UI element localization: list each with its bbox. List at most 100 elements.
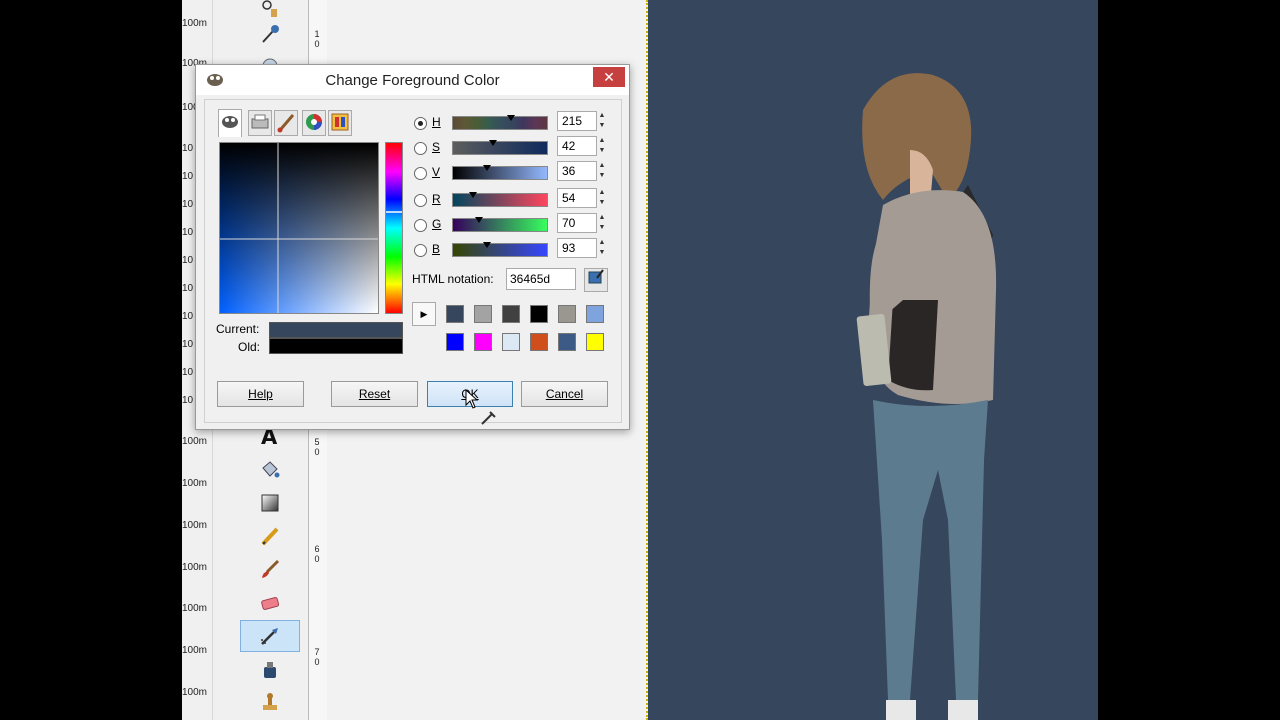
history-swatch[interactable] — [502, 333, 520, 351]
ruler-label: 0 — [314, 657, 320, 667]
change-foreground-color-dialog: Change Foreground Color ✕ H 215 ▲ ▼ S 42… — [195, 64, 630, 430]
character-illustration — [856, 73, 997, 720]
pencil-icon[interactable] — [240, 520, 300, 552]
saturation-value-input[interactable]: 42 — [557, 136, 597, 156]
cmyk-printer-icon — [251, 114, 269, 129]
history-swatch[interactable] — [530, 333, 548, 351]
eraser-icon[interactable] — [240, 587, 300, 619]
bucket-fill-icon[interactable] — [240, 453, 300, 485]
value-slider[interactable] — [452, 165, 548, 180]
color-picker-icon[interactable] — [240, 18, 300, 50]
dialog-title: Change Foreground Color — [325, 72, 500, 89]
slider-label-h: H — [432, 115, 441, 129]
eyedropper-icon — [588, 269, 604, 284]
row-label: 100m — [182, 562, 208, 573]
green-slider[interactable] — [452, 217, 548, 232]
tab-gimp-selector[interactable] — [218, 109, 242, 137]
history-swatch[interactable] — [558, 333, 576, 351]
row-label: 100m — [182, 687, 208, 698]
saturation-value-area[interactable] — [219, 142, 379, 314]
slider-label-r: R — [432, 192, 441, 206]
row-label: 100m — [182, 478, 208, 489]
blue-slider[interactable] — [452, 242, 548, 257]
green-value-input[interactable]: 70 — [557, 213, 597, 233]
paintbrush-icon[interactable] — [240, 553, 300, 585]
ruler-label: 1 — [314, 29, 320, 39]
help-button[interactable]: Help — [217, 381, 304, 407]
hue-value-input[interactable]: 215 — [557, 111, 597, 131]
history-swatch[interactable] — [502, 305, 520, 323]
scales-palette-icon — [331, 113, 349, 131]
color-picker-button[interactable] — [584, 268, 608, 292]
mouse-cursor-icon — [465, 388, 479, 412]
slider-label-b: B — [432, 242, 441, 256]
ruler-label: 7 — [314, 647, 320, 657]
hue-strip[interactable] — [385, 142, 403, 314]
hue-slider[interactable] — [452, 115, 548, 130]
radio-s[interactable] — [414, 142, 427, 155]
airbrush-icon[interactable] — [240, 620, 300, 652]
value-value-input[interactable]: 36 — [557, 161, 597, 181]
close-button[interactable]: ✕ — [593, 67, 625, 87]
history-swatch[interactable] — [586, 305, 604, 323]
old-color-swatch — [269, 338, 403, 354]
saturation-slider[interactable] — [452, 140, 548, 155]
radio-g[interactable] — [414, 219, 427, 232]
slider-label-v: V — [432, 165, 441, 179]
radio-b[interactable] — [414, 244, 427, 257]
value-spin-arrows[interactable]: ▲ ▼ — [597, 161, 607, 181]
ruler-label: 5 — [314, 437, 320, 447]
history-swatch[interactable] — [446, 333, 464, 351]
slider-label-s: S — [432, 140, 441, 154]
dialog-titlebar[interactable]: Change Foreground Color ✕ — [196, 65, 629, 95]
slider-label-g: G — [432, 217, 442, 231]
hue-spin-arrows[interactable]: ▲ ▼ — [597, 111, 607, 131]
history-swatch[interactable] — [446, 305, 464, 323]
red-slider[interactable] — [452, 192, 548, 207]
left-letterbox — [0, 0, 182, 720]
history-swatch[interactable] — [530, 305, 548, 323]
history-swatch[interactable] — [474, 333, 492, 351]
ruler-label: 0 — [314, 39, 320, 49]
color-wheel-icon — [306, 114, 322, 130]
row-label: 100m — [182, 603, 208, 614]
red-spin-arrows[interactable]: ▲ ▼ — [597, 188, 607, 208]
gimp-selector-icon — [222, 116, 238, 128]
history-swatch[interactable] — [474, 305, 492, 323]
blend-icon[interactable] — [240, 487, 300, 519]
right-letterbox — [1098, 0, 1280, 720]
html-notation-label: HTML notation: — [412, 272, 494, 286]
blue-spin-arrows[interactable]: ▲ ▼ — [597, 238, 607, 258]
tab-wheel[interactable] — [302, 110, 326, 136]
saturation-spin-arrows[interactable]: ▲ ▼ — [597, 136, 607, 156]
tab-watercolor[interactable] — [274, 110, 298, 136]
tab-cmyk[interactable] — [248, 110, 272, 136]
current-color-swatch — [269, 322, 403, 338]
ruler-label: 0 — [314, 554, 320, 564]
radio-h[interactable] — [414, 117, 427, 130]
ink-icon[interactable] — [240, 654, 300, 686]
radio-v[interactable] — [414, 167, 427, 180]
radio-r[interactable] — [414, 194, 427, 207]
watercolor-brush-icon — [277, 114, 295, 133]
history-arrow-button[interactable]: ▶ — [412, 302, 436, 326]
reset-button[interactable]: Reset — [331, 381, 418, 407]
green-spin-arrows[interactable]: ▲ ▼ — [597, 213, 607, 233]
html-notation-input[interactable]: 36465d — [506, 268, 576, 290]
ruler-label: 0 — [314, 447, 320, 457]
history-swatch[interactable] — [558, 305, 576, 323]
image-canvas[interactable] — [648, 0, 1098, 720]
row-label: 100m — [182, 645, 208, 656]
old-label: Old: — [238, 340, 261, 354]
tab-scales[interactable] — [328, 110, 352, 136]
ruler-label: 6 — [314, 544, 320, 554]
row-label: 100m — [182, 520, 208, 531]
history-swatch[interactable] — [586, 333, 604, 351]
clone-stamp-icon[interactable] — [240, 686, 300, 718]
blue-value-input[interactable]: 93 — [557, 238, 597, 258]
row-label: 100m — [182, 18, 208, 29]
cancel-button[interactable]: Cancel — [521, 381, 608, 407]
red-value-input[interactable]: 54 — [557, 188, 597, 208]
row-label: 100m — [182, 436, 208, 447]
eyedropper-cursor-icon — [480, 408, 498, 429]
